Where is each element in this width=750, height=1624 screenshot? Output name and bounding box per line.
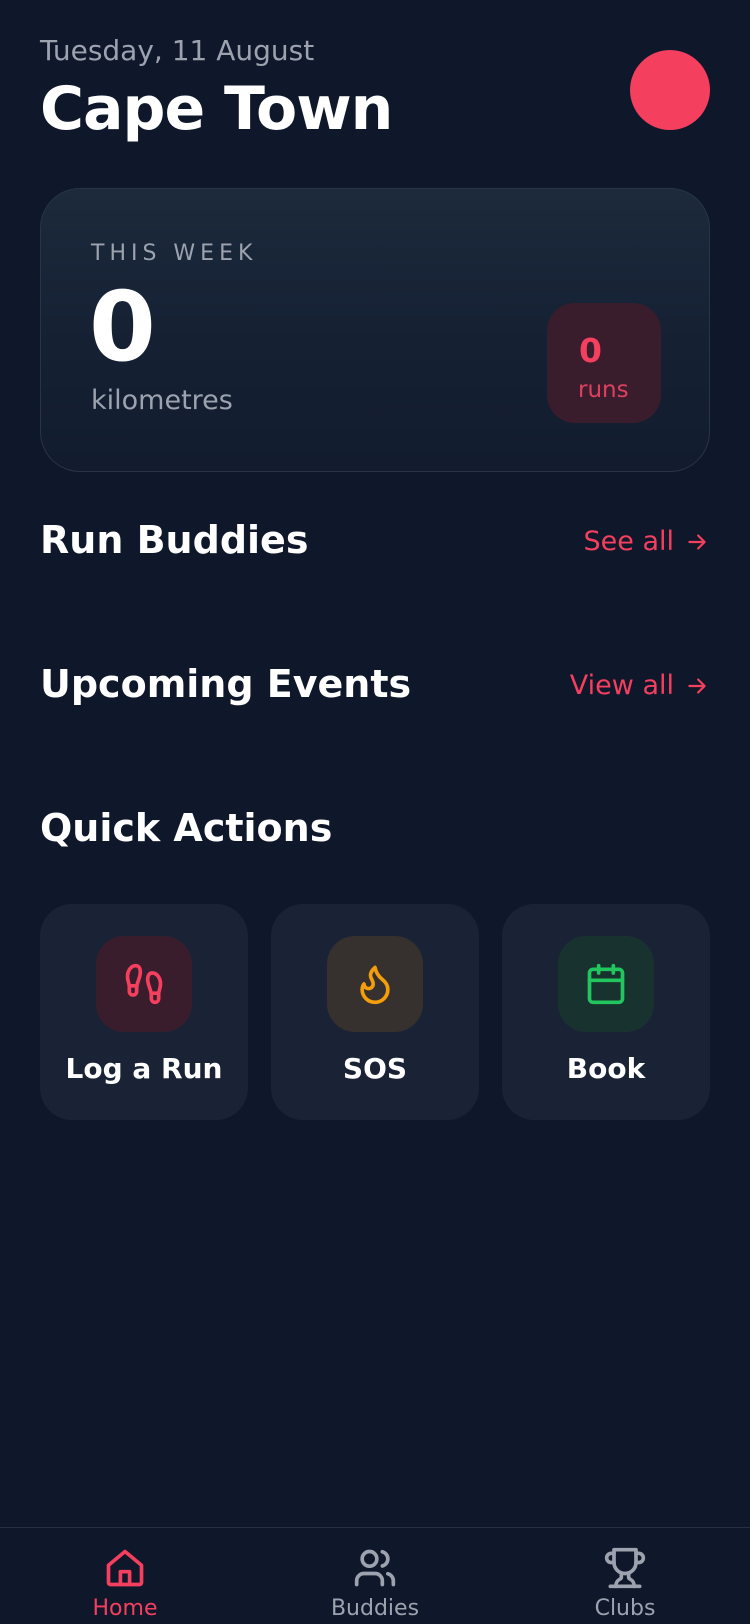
sos-tile [327, 936, 423, 1032]
footprints-icon [125, 963, 163, 1005]
home-screen: Tuesday, 11 August Cape Town THIS WEEK 0… [0, 0, 750, 1624]
quick-actions-grid: Log a Run SOS Book [40, 904, 710, 1120]
arrow-right-icon [688, 677, 706, 694]
see-all-buddies-link[interactable]: See all [584, 526, 711, 557]
home-icon [106, 1549, 144, 1587]
nav-home[interactable]: Home [45, 1528, 205, 1624]
nav-home-label: Home [92, 1596, 158, 1621]
weekly-distance-value: 0 [89, 271, 156, 383]
current-date: Tuesday, 11 August [40, 34, 315, 67]
nav-buddies[interactable]: Buddies [295, 1528, 455, 1624]
flame-icon [360, 965, 390, 1005]
profile-avatar[interactable] [630, 50, 710, 130]
bottom-navigation: Home Buddies Clubs [0, 1527, 750, 1624]
book-label: Book [566, 1052, 646, 1085]
see-all-label: See all [583, 526, 675, 557]
runs-count-badge: 0 runs [547, 303, 661, 423]
view-all-label: View all [569, 670, 674, 701]
weekly-summary-card: THIS WEEK 0 kilometres 0 runs [40, 188, 710, 472]
sos-label: SOS [342, 1052, 408, 1085]
quick-actions-title: Quick Actions [40, 806, 333, 850]
run-buddies-title: Run Buddies [40, 518, 309, 562]
book-button[interactable]: Book [502, 904, 710, 1120]
log-run-label: Log a Run [65, 1052, 223, 1085]
nav-clubs-label: Clubs [594, 1596, 656, 1621]
users-icon [354, 1549, 396, 1587]
nav-clubs[interactable]: Clubs [545, 1528, 705, 1624]
upcoming-events-title: Upcoming Events [40, 662, 412, 706]
view-all-events-link[interactable]: View all [570, 670, 710, 701]
sos-button[interactable]: SOS [271, 904, 479, 1120]
arrow-right-icon [688, 533, 706, 550]
log-run-button[interactable]: Log a Run [40, 904, 248, 1120]
week-label: THIS WEEK [91, 241, 258, 266]
calendar-icon [587, 963, 625, 1005]
runs-count-value: 0 [579, 331, 602, 370]
log-run-tile [96, 936, 192, 1032]
city-title: Cape Town [40, 74, 393, 144]
book-tile [558, 936, 654, 1032]
nav-buddies-label: Buddies [330, 1596, 420, 1621]
trophy-icon [604, 1547, 646, 1589]
weekly-distance-unit: kilometres [91, 385, 233, 416]
runs-count-unit: runs [578, 377, 629, 403]
